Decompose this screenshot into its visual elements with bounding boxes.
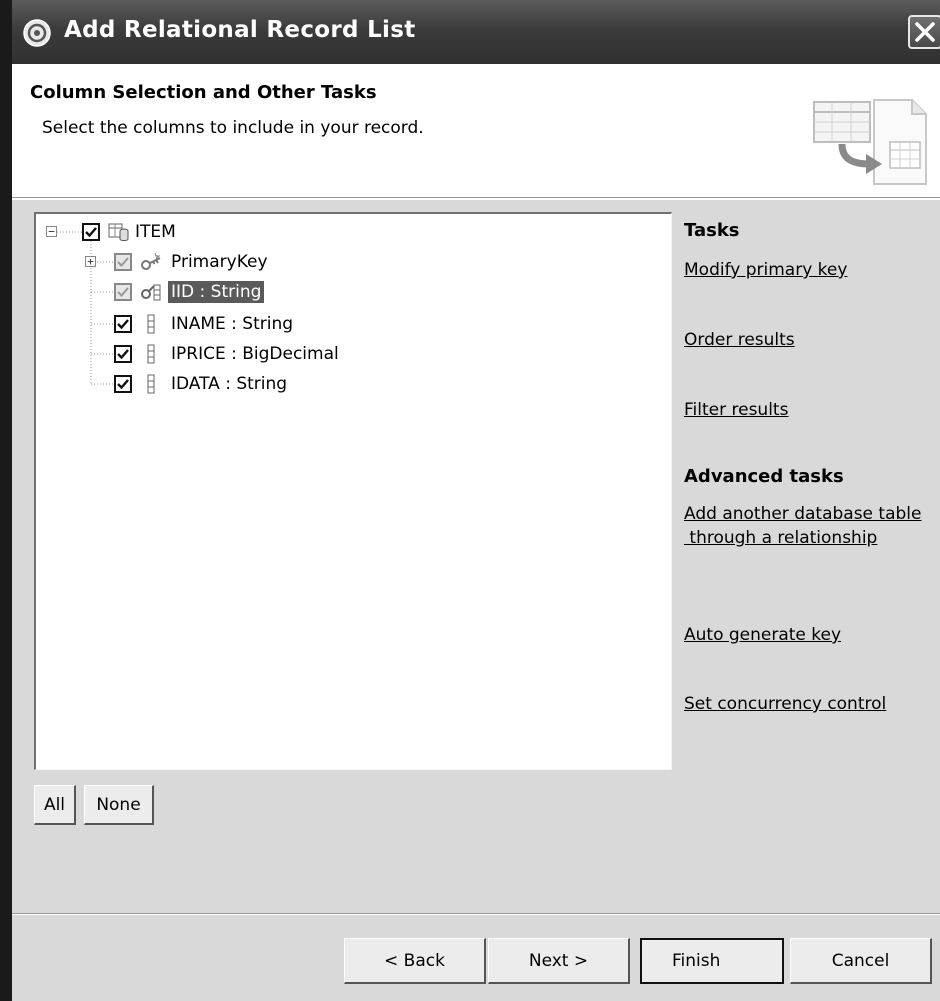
set-concurrency-control-link[interactable]: Set concurrency control [684, 694, 886, 714]
close-button[interactable] [908, 15, 940, 49]
tree-label: IDATA : String [171, 374, 288, 394]
page-title: Column Selection and Other Tasks [30, 82, 377, 103]
tasks-heading: Tasks [684, 220, 740, 241]
tree-label: IID : String [168, 281, 265, 303]
app-icon [23, 19, 51, 47]
table-icon [108, 223, 129, 241]
expand-toggle[interactable]: + [85, 256, 96, 267]
check-icon [117, 319, 129, 330]
advanced-tasks-heading: Advanced tasks [684, 466, 844, 487]
back-button[interactable]: < Back [344, 938, 486, 984]
column-icon [147, 374, 155, 394]
tree-label: ITEM [135, 222, 176, 242]
page-description: Select the columns to include in your re… [42, 118, 424, 138]
tree-label: IPRICE : BigDecimal [171, 344, 339, 364]
close-icon [915, 22, 935, 42]
checkbox-iprice[interactable] [114, 345, 132, 363]
table-wizard-icon [813, 99, 927, 185]
modify-primary-key-link[interactable]: Modify primary key [684, 260, 847, 280]
tree-node-iid[interactable]: IID : String [114, 278, 265, 306]
tree-node-iname[interactable]: INAME : String [114, 310, 296, 338]
filter-results-link[interactable]: Filter results [684, 400, 788, 420]
tree-node-item[interactable]: ITEM [82, 218, 179, 246]
column-tree[interactable]: − ITEM + PrimaryKey IID: String INAME:… [34, 212, 672, 770]
column-icon [147, 314, 155, 334]
add-table-link-line2[interactable]: through a relationship [684, 528, 877, 548]
check-icon [117, 287, 129, 297]
check-icon [117, 349, 129, 360]
tree-node-primarykey[interactable]: PrimaryKey [114, 248, 271, 276]
checkbox-primarykey[interactable] [114, 253, 132, 271]
checkbox-item[interactable] [82, 223, 100, 241]
key-icon [141, 252, 161, 270]
add-table-link[interactable]: Add another database table [684, 504, 921, 524]
finish-button[interactable]: Finish [640, 938, 784, 984]
header-separator [12, 198, 940, 200]
auto-generate-key-link[interactable]: Auto generate key [684, 625, 841, 645]
checkbox-idata[interactable] [114, 375, 132, 393]
check-icon [85, 227, 97, 238]
check-icon [117, 379, 129, 390]
checkbox-iid[interactable] [114, 283, 132, 301]
wizard-header: Column Selection and Other Tasks Select … [12, 64, 940, 198]
window-title: Add Relational Record List [64, 17, 416, 43]
column-icon [147, 344, 155, 364]
tree-label: INAME : String [171, 314, 294, 334]
check-icon [117, 257, 129, 267]
key-column-icon [141, 284, 161, 301]
footer-separator-highlight [12, 914, 940, 915]
collapse-toggle[interactable]: − [46, 226, 57, 237]
order-results-link[interactable]: Order results [684, 330, 795, 350]
tree-node-iprice[interactable]: IPRICE : BigDecimal [114, 340, 342, 368]
checkbox-iname[interactable] [114, 315, 132, 333]
select-none-button[interactable]: None [84, 785, 154, 825]
next-button[interactable]: Next > [488, 938, 630, 984]
window-frame [0, 0, 12, 1001]
title-bar[interactable]: Add Relational Record List [12, 0, 940, 64]
tree-node-idata[interactable]: IDATA : String [114, 370, 290, 398]
select-all-button[interactable]: All [34, 785, 76, 825]
tree-label: PrimaryKey [171, 252, 268, 272]
cancel-button[interactable]: Cancel [790, 938, 932, 984]
